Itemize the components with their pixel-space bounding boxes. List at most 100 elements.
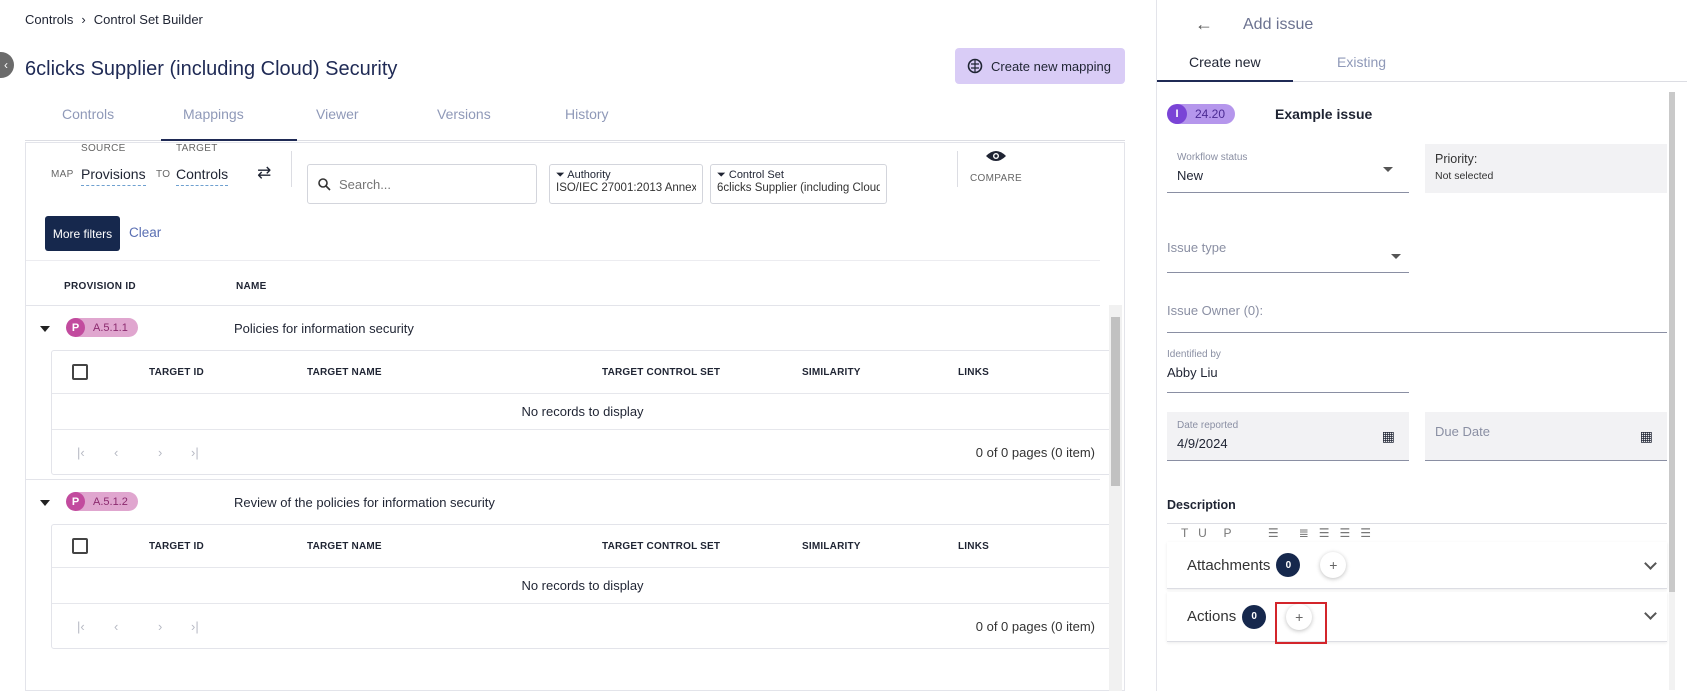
column-header-name[interactable]: NAME — [236, 281, 267, 292]
target-selector[interactable]: Controls — [176, 166, 229, 186]
issue-type-select[interactable]: Issue type — [1167, 240, 1409, 273]
tab-history[interactable]: History — [565, 106, 609, 122]
create-new-mapping-button[interactable]: Create new mapping — [955, 48, 1125, 84]
highlight-box — [1275, 602, 1327, 644]
tab-controls[interactable]: Controls — [62, 106, 114, 122]
column-header-links[interactable]: LINKS — [958, 367, 989, 378]
chevron-down-icon[interactable] — [1644, 557, 1657, 570]
issue-number: 24.20 — [1195, 107, 1226, 121]
column-header-provision-id[interactable]: PROVISION ID — [64, 281, 136, 292]
source-selector[interactable]: Provisions — [81, 166, 146, 186]
breadcrumb-control-set-builder[interactable]: Control Set Builder — [94, 12, 203, 27]
prev-page-icon[interactable]: ‹ — [114, 445, 118, 460]
attachments-count-badge: 0 — [1276, 553, 1301, 577]
column-header-links[interactable]: LINKS — [958, 541, 989, 552]
provision-tag: P A.5.1.2 — [66, 492, 138, 511]
provision-group: P A.5.1.2 Review of the policies for inf… — [26, 479, 1114, 689]
issue-type-label: Issue type — [1167, 240, 1227, 255]
first-page-icon[interactable]: |‹ — [77, 445, 85, 460]
workflow-status-value: New — [1177, 168, 1204, 183]
provision-tag: P A.5.1.1 — [66, 318, 138, 337]
actions-count-badge: 0 — [1242, 604, 1267, 629]
compare-label: COMPARE — [970, 173, 1022, 184]
active-tab-indicator — [1157, 80, 1293, 82]
identified-by-label: Identified by — [1167, 349, 1221, 360]
next-page-icon[interactable]: › — [158, 445, 162, 460]
due-date-field[interactable]: Due Date ▦ — [1425, 412, 1667, 461]
scrollbar-thumb[interactable] — [1111, 317, 1120, 486]
authority-filter[interactable]: ⏷ Authority ISO/IEC 27001:2013 Annex A — [549, 164, 703, 204]
tab-viewer[interactable]: Viewer — [316, 106, 359, 122]
select-all-checkbox[interactable] — [72, 364, 88, 380]
tab-create-new[interactable]: Create new — [1189, 54, 1261, 70]
map-label: MAP — [51, 169, 74, 180]
caret-down-icon[interactable] — [40, 326, 50, 332]
empty-state: No records to display — [52, 394, 1113, 430]
actions-accordion[interactable]: Actions 0 + — [1167, 592, 1667, 642]
active-tab-indicator — [161, 139, 297, 141]
pager-info: 0 of 0 pages (0 item) — [975, 445, 1095, 460]
tab-versions[interactable]: Versions — [437, 106, 491, 122]
scrollbar-thumb[interactable] — [1669, 92, 1675, 592]
empty-state: No records to display — [52, 568, 1113, 604]
more-filters-button[interactable]: More filters — [45, 216, 120, 251]
breadcrumb: Controls › Control Set Builder — [25, 12, 203, 27]
column-header-similarity[interactable]: SIMILARITY — [802, 541, 861, 552]
last-page-icon[interactable]: ›| — [191, 619, 199, 634]
divider — [291, 151, 292, 187]
clear-filters-link[interactable]: Clear — [129, 225, 161, 240]
first-page-icon[interactable]: |‹ — [77, 619, 85, 634]
description-toolbar[interactable]: T U P ☰ ≣ ☰ ☰ ☰ — [1167, 523, 1667, 543]
search-icon — [318, 177, 331, 191]
attachments-accordion[interactable]: Attachments 0 + — [1167, 542, 1667, 589]
search-input[interactable] — [339, 176, 519, 192]
add-attachment-button[interactable]: + — [1320, 552, 1347, 578]
calendar-icon[interactable]: ▦ — [1640, 428, 1653, 445]
date-reported-field[interactable]: Date reported 4/9/2024 ▦ — [1167, 412, 1409, 461]
swap-icon[interactable]: ⇄ — [257, 163, 271, 183]
issue-owner-field[interactable]: Issue Owner (0): — [1167, 303, 1667, 333]
last-page-icon[interactable]: ›| — [191, 445, 199, 460]
tab-mappings[interactable]: Mappings — [183, 106, 244, 122]
control-set-filter-label: Control Set — [728, 169, 784, 181]
subtable-header: TARGET ID TARGET NAME TARGET CONTROL SET… — [52, 351, 1113, 394]
filter-icon: ⏷ — [717, 169, 726, 181]
authority-filter-value: ISO/IEC 27001:2013 Annex A — [556, 182, 696, 194]
chevron-right-icon: › — [81, 12, 86, 27]
back-arrow-icon[interactable]: ← — [1195, 14, 1213, 35]
authority-filter-label: Authority — [567, 169, 611, 181]
prev-page-icon[interactable]: ‹ — [114, 619, 118, 634]
due-date-label: Due Date — [1435, 424, 1490, 439]
priority-label: Priority: — [1435, 152, 1478, 166]
identified-by-field[interactable]: Identified by Abby Liu — [1167, 349, 1409, 393]
panel-scrollbar[interactable] — [1669, 92, 1675, 690]
calendar-icon[interactable]: ▦ — [1382, 428, 1395, 445]
caret-down-icon[interactable] — [40, 500, 50, 506]
main-area: Controls › Control Set Builder ‹ 6clicks… — [0, 0, 1156, 691]
column-header-target-name[interactable]: TARGET NAME — [307, 541, 382, 552]
tab-existing[interactable]: Existing — [1337, 54, 1386, 70]
next-page-icon[interactable]: › — [158, 619, 162, 634]
column-header-target-id[interactable]: TARGET ID — [149, 367, 204, 378]
breadcrumb-controls[interactable]: Controls — [25, 12, 73, 27]
priority-field[interactable]: Priority: Not selected — [1425, 144, 1667, 193]
control-set-filter[interactable]: ⏷ Control Set 6clicks Supplier (includin… — [710, 164, 887, 204]
collapse-sidebar-icon[interactable]: ‹ — [0, 52, 14, 78]
search-box[interactable] — [307, 164, 537, 204]
priority-value: Not selected — [1435, 170, 1494, 182]
column-header-target-id[interactable]: TARGET ID — [149, 541, 204, 552]
divider — [26, 260, 1100, 261]
workflow-status-select[interactable]: Workflow status New — [1167, 148, 1409, 193]
column-header-similarity[interactable]: SIMILARITY — [802, 367, 861, 378]
select-all-checkbox[interactable] — [72, 538, 88, 554]
page-title: 6clicks Supplier (including Cloud) Secur… — [25, 58, 398, 80]
chevron-down-icon[interactable] — [1644, 607, 1657, 620]
add-issue-panel: ← Add issue Create new Existing I 24.20 … — [1156, 0, 1704, 691]
column-header-target-name[interactable]: TARGET NAME — [307, 367, 382, 378]
column-header-target-control-set[interactable]: TARGET CONTROL SET — [602, 367, 720, 378]
caret-down-icon — [1383, 167, 1393, 172]
list-scrollbar[interactable] — [1109, 305, 1122, 691]
compare-toggle[interactable]: COMPARE — [966, 149, 1026, 184]
column-header-target-control-set[interactable]: TARGET CONTROL SET — [602, 541, 720, 552]
issue-name: Example issue — [1275, 106, 1373, 122]
